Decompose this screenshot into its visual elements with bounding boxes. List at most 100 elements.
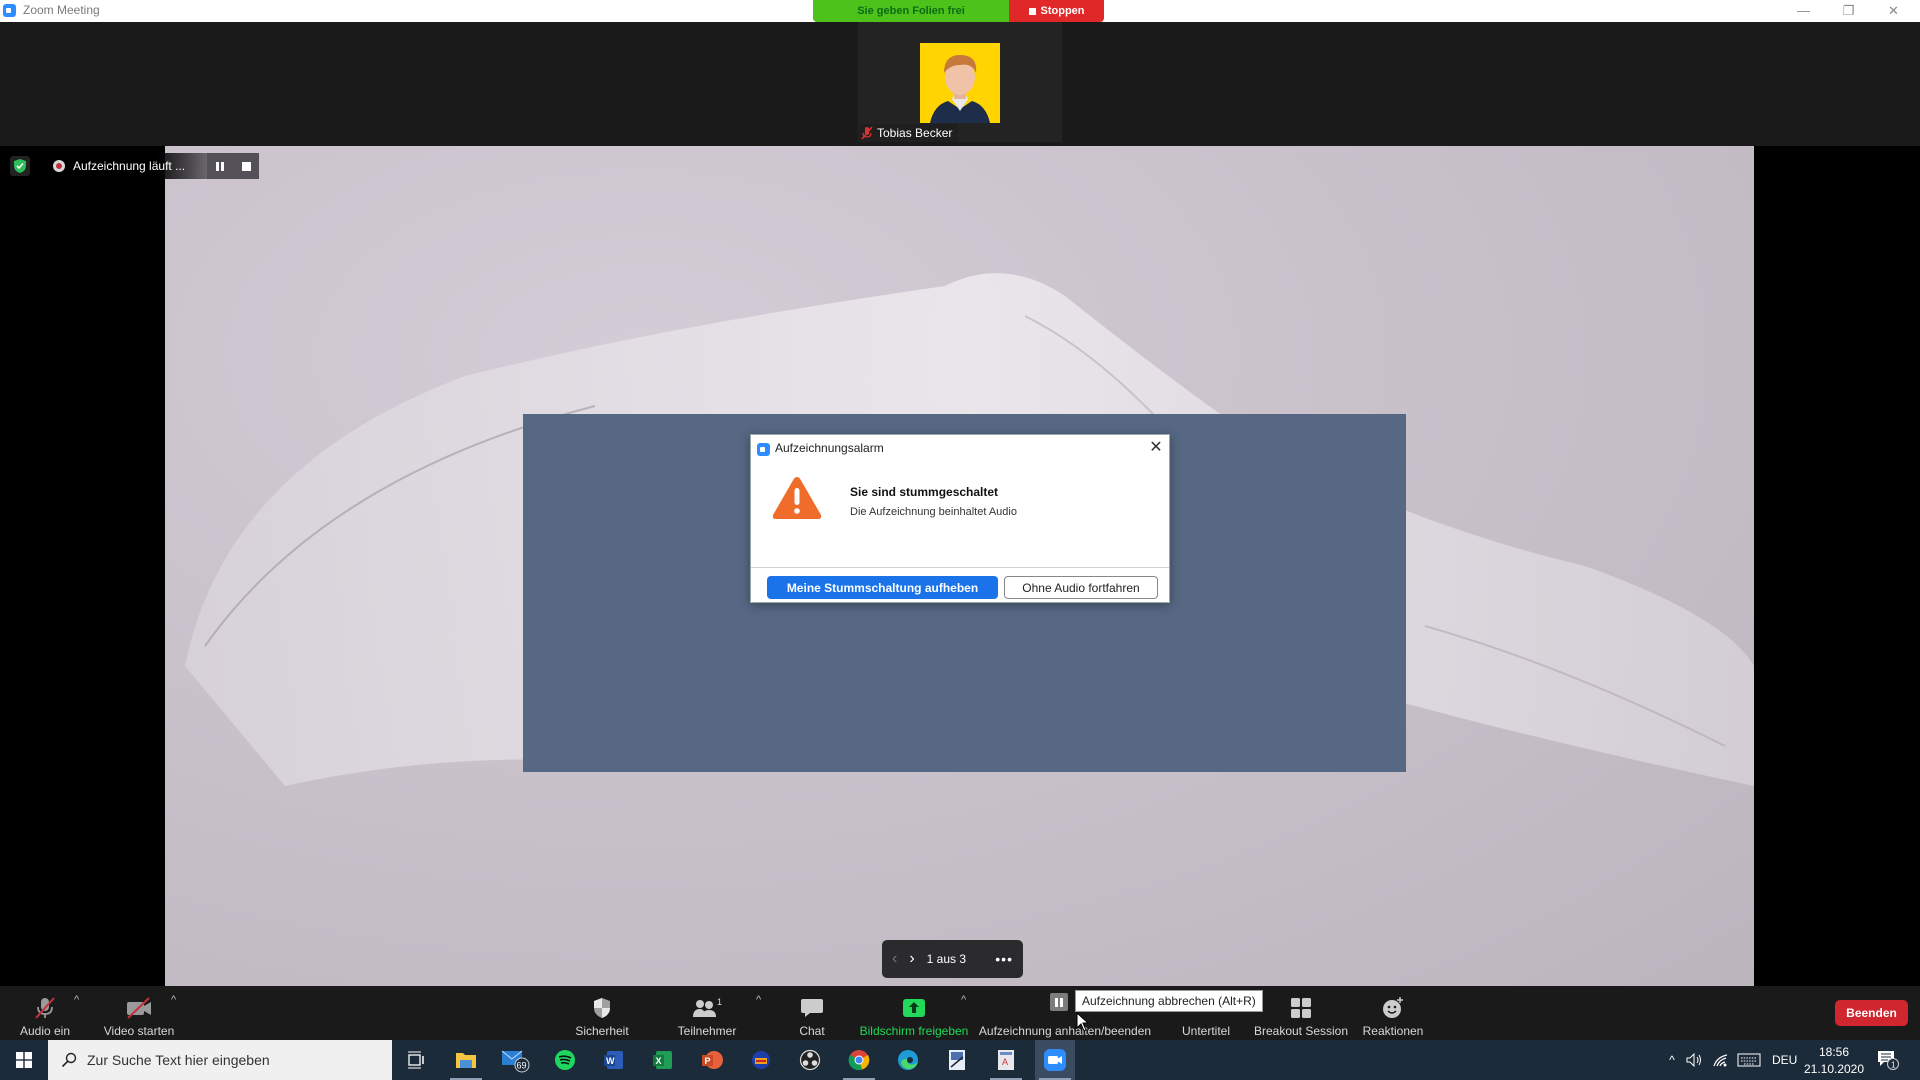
- taskbar-app-mail[interactable]: 69: [496, 1040, 536, 1080]
- task-view-button[interactable]: [396, 1040, 436, 1080]
- language-indicator[interactable]: DEU: [1772, 1040, 1797, 1080]
- encryption-badge[interactable]: [10, 156, 30, 176]
- share-status-label[interactable]: Sie geben Folien frei: [813, 0, 1009, 22]
- chrome-icon: [848, 1050, 870, 1071]
- clock-time: 18:56: [1818, 1044, 1850, 1059]
- share-banner: Sie geben Folien frei Stoppen: [813, 0, 1104, 22]
- muted-mic-icon: [861, 126, 873, 140]
- participants-button[interactable]: 1 Teilnehmer: [672, 986, 742, 1040]
- slide-counter: 1 aus 3: [926, 952, 967, 966]
- excel-icon: X: [653, 1051, 672, 1069]
- taskbar-app-generic-2[interactable]: A: [986, 1040, 1026, 1080]
- share-screen-button[interactable]: Bildschirm freigeben: [858, 986, 970, 1040]
- chat-icon: [800, 994, 824, 1022]
- tray-overflow-button[interactable]: ^: [1664, 1040, 1680, 1080]
- video-off-icon: [125, 994, 153, 1022]
- touch-keyboard-button[interactable]: [1737, 1040, 1761, 1080]
- window-title: Zoom Meeting: [23, 3, 100, 17]
- search-icon: [61, 1052, 77, 1068]
- taskbar-search-input[interactable]: Zur Suche Text hier eingeben: [48, 1040, 392, 1080]
- audio-button[interactable]: Audio ein: [14, 986, 76, 1040]
- shield-icon: [592, 994, 612, 1022]
- pause-icon: [1055, 997, 1063, 1007]
- previous-slide-button[interactable]: ‹: [892, 950, 897, 968]
- breakout-session-button[interactable]: Breakout Session: [1254, 986, 1348, 1040]
- shield-check-icon: [14, 159, 26, 173]
- taskbar-app-excel[interactable]: X: [643, 1040, 683, 1080]
- right-margin: [1754, 146, 1920, 986]
- close-window-button[interactable]: ✕: [1871, 0, 1916, 22]
- network-button[interactable]: [1713, 1040, 1729, 1080]
- recording-bar: Aufzeichnung läuft ...: [43, 153, 259, 179]
- stop-share-label: Stoppen: [1040, 5, 1085, 17]
- taskbar-app-file-explorer[interactable]: [446, 1040, 486, 1080]
- video-button[interactable]: Video starten: [102, 986, 176, 1040]
- stop-icon: [1028, 7, 1036, 15]
- dialog-heading: Sie sind stummgeschaltet: [850, 485, 999, 499]
- volume-icon: [1686, 1053, 1701, 1067]
- volume-button[interactable]: [1686, 1040, 1704, 1080]
- zoom-app-icon: [3, 4, 16, 17]
- start-button[interactable]: [0, 1040, 48, 1080]
- pause-recording-toolbar-button[interactable]: [1050, 993, 1068, 1011]
- taskbar-app-zoom[interactable]: [1035, 1040, 1075, 1080]
- zoom-icon: [1044, 1049, 1066, 1071]
- stop-recording-button[interactable]: [233, 153, 259, 179]
- stop-share-button[interactable]: Stoppen: [1009, 0, 1104, 22]
- end-meeting-button[interactable]: Beenden: [1835, 1000, 1908, 1026]
- notification-count: 1: [1891, 1061, 1896, 1070]
- participants-options-caret[interactable]: ^: [756, 994, 761, 1006]
- taskbar-app-edge[interactable]: [888, 1040, 928, 1080]
- meeting-toolbar: Audio ein ^ Video starten ^ Sicherheit 1…: [0, 986, 1920, 1040]
- dialog-close-button[interactable]: ✕: [1146, 438, 1166, 458]
- audacity-icon: [752, 1051, 770, 1069]
- participant-avatar: [920, 43, 1000, 123]
- maximize-button[interactable]: ❐: [1826, 0, 1871, 22]
- recording-dot-icon: [53, 160, 65, 172]
- participants-icon: 1: [691, 994, 723, 1022]
- slide-navigation: ‹ › 1 aus 3 •••: [882, 940, 1023, 978]
- dialog-title: Aufzeichnungsalarm: [775, 441, 884, 455]
- taskbar-app-chrome[interactable]: [839, 1040, 879, 1080]
- breakout-grid-icon: [1290, 994, 1312, 1022]
- mail-icon: 69: [501, 1050, 530, 1073]
- stop-recording-tooltip: Aufzeichnung abbrechen (Alt+R): [1075, 990, 1263, 1012]
- recording-status: Aufzeichnung läuft ...: [73, 159, 186, 173]
- participant-name-label: Tobias Becker: [857, 124, 959, 142]
- wifi-icon: [1713, 1054, 1728, 1067]
- stop-icon: [241, 161, 251, 171]
- reactions-button[interactable]: Reaktionen: [1362, 986, 1424, 1040]
- audio-options-caret[interactable]: ^: [74, 994, 79, 1006]
- windows-logo-icon: [16, 1052, 32, 1068]
- left-margin: [0, 146, 165, 986]
- action-center-button[interactable]: 1: [1876, 1040, 1900, 1080]
- recording-indicator: Aufzeichnung läuft ...: [43, 153, 207, 179]
- word-icon: W: [604, 1051, 623, 1069]
- emoji-add-icon: [1381, 994, 1405, 1022]
- share-options-caret[interactable]: ^: [961, 994, 966, 1006]
- taskbar-app-audacity[interactable]: [741, 1040, 781, 1080]
- more-options-button[interactable]: •••: [995, 951, 1013, 967]
- dialog-message: Die Aufzeichnung beinhaltet Audio: [850, 506, 1017, 518]
- continue-without-audio-button[interactable]: Ohne Audio fortfahren: [1004, 576, 1158, 599]
- taskbar-app-word[interactable]: W: [594, 1040, 634, 1080]
- taskbar-app-obs[interactable]: [790, 1040, 830, 1080]
- taskbar-app-powerpoint[interactable]: P: [692, 1040, 732, 1080]
- zoom-app-icon: [757, 443, 770, 456]
- svg-text:X: X: [656, 1056, 662, 1066]
- clock[interactable]: 18:56 21.10.2020: [1804, 1040, 1864, 1080]
- chat-button[interactable]: Chat: [790, 986, 834, 1040]
- mail-badge: 69: [517, 1061, 527, 1071]
- security-button[interactable]: Sicherheit: [568, 986, 636, 1040]
- video-options-caret[interactable]: ^: [171, 994, 176, 1006]
- unmute-button[interactable]: Meine Stummschaltung aufheben: [767, 576, 998, 599]
- svg-text:A: A: [1002, 1057, 1008, 1067]
- taskbar-app-spotify[interactable]: [545, 1040, 585, 1080]
- notifications-icon: 1: [1878, 1051, 1899, 1070]
- next-slide-button[interactable]: ›: [909, 950, 914, 968]
- app-icon: [949, 1050, 965, 1070]
- taskbar-app-generic-1[interactable]: [937, 1040, 977, 1080]
- minimize-button[interactable]: —: [1781, 0, 1826, 22]
- pause-recording-button[interactable]: [207, 153, 233, 179]
- participants-count: 1: [717, 997, 722, 1007]
